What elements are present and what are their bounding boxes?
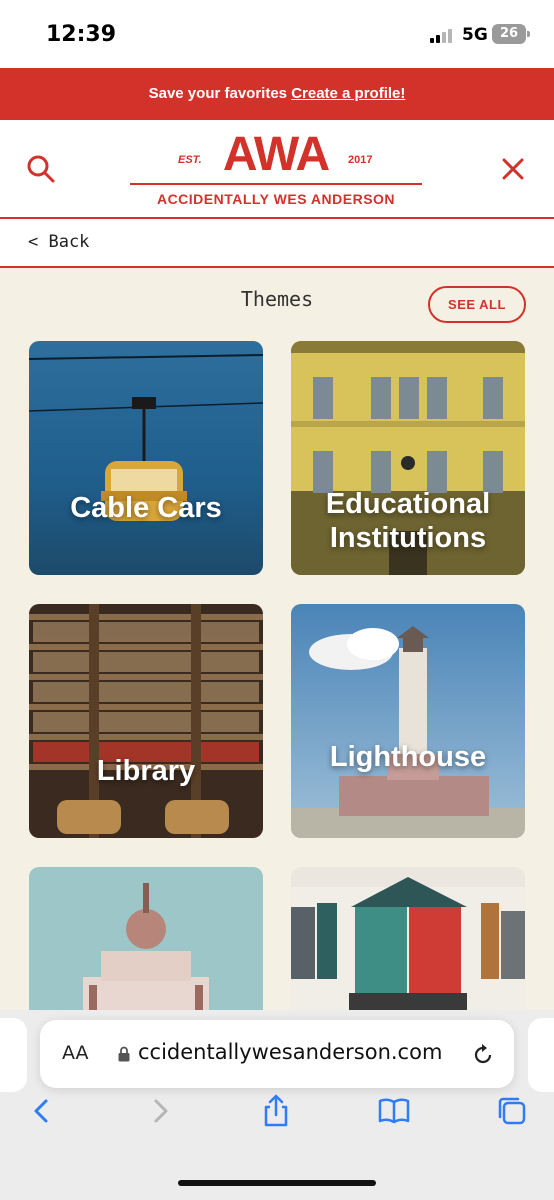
signal-icon xyxy=(430,29,456,43)
logo-year: 2017 xyxy=(348,154,373,166)
bookmarks-icon[interactable] xyxy=(376,1093,412,1129)
lock-icon xyxy=(118,1046,130,1062)
palace-image xyxy=(29,867,263,1010)
theme-card-palace[interactable] xyxy=(29,867,263,1010)
theme-card-doors[interactable] xyxy=(291,867,525,1010)
library-image xyxy=(29,604,263,838)
promo-banner: Save your favorites Create a profile! xyxy=(0,68,554,120)
site-header: AWA EST. 2017 ACCIDENTALLY WES ANDERSON xyxy=(0,120,554,219)
theme-card-library[interactable]: Library xyxy=(29,604,263,838)
status-bar: 12:39 5G 26 xyxy=(0,0,554,68)
logo-est: EST. xyxy=(178,154,202,166)
share-icon[interactable] xyxy=(258,1093,294,1129)
status-time: 12:39 xyxy=(46,22,117,47)
card-label: Educational Institutions xyxy=(325,488,491,554)
network-label: 5G xyxy=(462,25,488,45)
lighthouse-image xyxy=(291,604,525,838)
tabs-icon[interactable] xyxy=(494,1093,530,1129)
theme-card-educational-institutions[interactable]: Educational Institutions xyxy=(291,341,525,575)
card-label: Cable Cars xyxy=(70,492,222,524)
home-indicator[interactable] xyxy=(178,1180,376,1186)
back-link[interactable]: < Back xyxy=(28,232,89,252)
search-icon[interactable] xyxy=(26,154,56,184)
next-tab-preview[interactable] xyxy=(528,1018,554,1092)
forward-icon[interactable] xyxy=(142,1093,178,1129)
card-label: Lighthouse xyxy=(329,741,487,773)
previous-tab-preview[interactable] xyxy=(0,1018,27,1092)
card-label: Library xyxy=(96,755,196,787)
theme-card-cable-cars[interactable]: Cable Cars xyxy=(29,341,263,575)
doors-image xyxy=(291,867,525,1010)
reader-options-button[interactable]: AA xyxy=(62,1042,89,1064)
address-bar[interactable]: AA ccidentallywesanderson.com xyxy=(40,1020,514,1088)
logo-wordmark: AWA xyxy=(222,128,330,181)
battery-icon: 26 xyxy=(492,24,530,44)
awa-logo[interactable]: AWA EST. 2017 ACCIDENTALLY WES ANDERSON xyxy=(130,128,422,212)
theme-card-lighthouse[interactable]: Lighthouse xyxy=(291,604,525,838)
reload-icon[interactable] xyxy=(470,1042,496,1068)
back-icon[interactable] xyxy=(24,1093,60,1129)
promo-text: Save your favorites xyxy=(148,85,288,102)
logo-divider xyxy=(130,183,422,185)
back-row: < Back xyxy=(0,219,554,268)
url-text[interactable]: ccidentallywesanderson.com xyxy=(138,1040,458,1064)
close-icon[interactable] xyxy=(500,156,526,182)
cable-car-image xyxy=(29,341,263,575)
create-profile-link[interactable]: Create a profile! xyxy=(291,85,405,102)
logo-subtitle: ACCIDENTALLY WES ANDERSON xyxy=(156,191,396,207)
see-all-button[interactable]: SEE ALL xyxy=(428,286,526,323)
